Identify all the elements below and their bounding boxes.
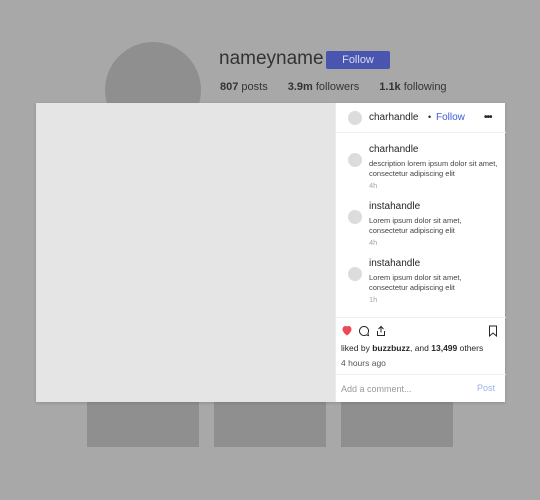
header-separator: •: [428, 112, 432, 122]
comment-text: description lorem ipsum dolor sit amet, …: [369, 159, 498, 178]
comment-text: Lorem ipsum dolor sit amet, consectetur …: [369, 216, 462, 235]
post-modal: charhandle • Follow ••• charhandle descr…: [36, 103, 506, 402]
more-horizontal-icon[interactable]: •••: [484, 112, 492, 123]
comment-time: 4h: [369, 181, 378, 190]
post-actions: liked by buzzbuzz, and 13,499 others 4 h…: [336, 317, 506, 380]
bookmark-icon[interactable]: [488, 325, 498, 339]
commenter-avatar[interactable]: [348, 210, 362, 224]
comment-text: Lorem ipsum dolor sit amet, consectetur …: [369, 273, 462, 292]
header-follow-button[interactable]: Follow: [436, 112, 465, 123]
stat-followers: 3.9m followers: [287, 81, 360, 93]
post-header: charhandle • Follow •••: [336, 103, 506, 133]
profile-username: nameyname: [219, 48, 324, 69]
profile-stats: 807 posts 3.9m followers 1.1k following: [220, 81, 467, 93]
comment-icon[interactable]: [358, 325, 370, 339]
post-side-panel: charhandle • Follow ••• charhandle descr…: [335, 103, 506, 402]
comment-username[interactable]: charhandle: [369, 144, 418, 155]
grid-tile[interactable]: [341, 400, 453, 447]
comment-username[interactable]: instahandle: [369, 258, 420, 269]
comment-time: 4h: [369, 238, 378, 247]
comment-time: 1h: [369, 295, 378, 304]
comment-username[interactable]: instahandle: [369, 201, 420, 212]
author-handle[interactable]: charhandle: [369, 112, 418, 123]
add-comment-bar: Post: [336, 374, 506, 402]
grid-tile[interactable]: [214, 400, 326, 447]
comment-input[interactable]: [341, 382, 461, 396]
post-timestamp: 4 hours ago: [341, 358, 386, 368]
liked-by-user[interactable]: buzzbuzz: [372, 343, 410, 353]
heart-icon[interactable]: [341, 325, 353, 338]
author-avatar[interactable]: [348, 111, 362, 125]
grid-tile[interactable]: [87, 400, 199, 447]
share-icon[interactable]: [375, 325, 387, 339]
commenter-avatar[interactable]: [348, 267, 362, 281]
commenter-avatar[interactable]: [348, 153, 362, 167]
stat-following: 1.1k following: [379, 81, 447, 93]
post-comment-button[interactable]: Post: [477, 383, 495, 393]
post-media[interactable]: [36, 103, 335, 402]
stat-posts: 807 posts: [220, 81, 268, 93]
likes-count[interactable]: 13,499: [431, 343, 457, 353]
profile-follow-button[interactable]: Follow: [326, 51, 390, 69]
likes-summary: liked by buzzbuzz, and 13,499 others: [341, 343, 484, 353]
